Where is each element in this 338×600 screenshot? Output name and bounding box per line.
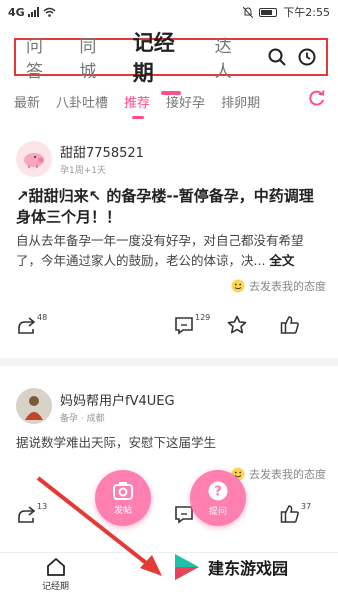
post-body-line: 据说数学难出天际，安慰下这届学生 <box>16 435 217 450</box>
share-count: 13 <box>37 502 48 511</box>
share-button[interactable]: 13 <box>16 502 48 524</box>
post-author[interactable]: 甜甜7758521 <box>60 142 144 161</box>
comment-count: 129 <box>195 313 211 322</box>
ask-fab-label: 提问 <box>208 506 227 517</box>
avatar[interactable] <box>16 388 52 424</box>
subtab-recommended[interactable]: 推荐 <box>124 92 150 119</box>
comment-button[interactable]: 129 <box>174 313 211 335</box>
post-fab-label: 发帖 <box>113 505 132 516</box>
share-icon <box>18 506 36 523</box>
tab-experts[interactable]: 达人 <box>215 32 248 82</box>
refresh-icon[interactable] <box>308 89 326 107</box>
subtab-gossip[interactable]: 八卦吐槽 <box>56 92 108 111</box>
star-icon <box>227 315 247 334</box>
subtab-ovulation[interactable]: 排卵期 <box>221 92 260 111</box>
carrier-label: 4G <box>8 5 25 19</box>
attitude-text: 去发表我的态度 <box>249 468 326 481</box>
user-photo-icon <box>16 388 52 424</box>
post-body-line: 了，今年通过家人的鼓励，老公的体谅，决... 全文 <box>16 253 295 268</box>
mute-icon <box>243 6 254 18</box>
post-fab-button[interactable]: 发帖 <box>95 470 151 526</box>
status-bar: 4G 下午2:55 <box>0 0 338 24</box>
post-meta: 孕1周+1天 <box>60 166 106 176</box>
signal-icon <box>27 7 39 17</box>
attitude-prompt[interactable]: 去发表我的态度 <box>231 278 326 294</box>
subtab-latest[interactable]: 最新 <box>14 92 40 111</box>
tab-period[interactable]: 记经期 <box>133 27 195 95</box>
post-body[interactable]: 自从去年备孕一年一度没有好孕，对自己都没有希望 了，今年通过家人的鼓励，老公的体… <box>16 231 326 271</box>
home-icon <box>46 558 65 576</box>
pig-avatar-icon <box>24 153 44 168</box>
tab-qa[interactable]: 问答 <box>26 32 59 82</box>
thumbs-up-icon <box>280 316 299 334</box>
ask-fab-button[interactable]: ? 提问 <box>190 470 246 526</box>
share-icon <box>18 317 36 334</box>
clock-icon[interactable] <box>298 48 316 66</box>
question-icon: ? <box>208 481 228 500</box>
battery-icon <box>259 7 278 17</box>
watermark-text: 建东游戏园 <box>208 559 289 578</box>
tab-local[interactable]: 同城 <box>79 32 112 82</box>
sub-nav: 最新 八卦吐槽 推荐 接好孕 排卵期 <box>0 88 338 119</box>
read-more-link[interactable]: 全文 <box>269 253 294 268</box>
search-icon[interactable] <box>268 48 286 66</box>
post-actions: 13 37 <box>0 502 338 532</box>
like-button[interactable] <box>280 315 300 335</box>
attitude-text: 去发表我的态度 <box>249 280 326 293</box>
emoji-icon <box>231 279 245 293</box>
bottom-tab-period[interactable]: 记经期 <box>42 557 69 592</box>
top-nav: 问答 同城 记经期 达人 <box>14 31 328 95</box>
post-title[interactable]: ↗甜甜归来↖ 的备孕楼--暂停备孕，中药调理 身体三个月！！ <box>16 186 328 228</box>
post-author[interactable]: 妈妈帮用户fV4UEG <box>60 390 175 409</box>
favorite-button[interactable] <box>227 315 247 335</box>
share-count: 48 <box>37 313 48 322</box>
section-divider <box>0 358 338 366</box>
camera-icon <box>113 481 133 500</box>
post-title-line: 身体三个月！！ <box>16 208 122 226</box>
post-title-line: ↗甜甜归来↖ 的备孕楼--暂停备孕，中药调理 <box>16 187 314 205</box>
post-body-line: 自从去年备孕一年一度没有好孕，对自己都没有希望 <box>16 233 304 248</box>
attitude-prompt[interactable]: 去发表我的态度 <box>231 466 326 482</box>
like-button[interactable]: 37 <box>280 502 312 524</box>
comment-icon <box>175 317 193 335</box>
play-logo-icon <box>175 554 199 580</box>
watermark: 建东游戏园 <box>172 552 288 582</box>
wifi-icon <box>43 7 56 17</box>
subtab-conceive[interactable]: 接好孕 <box>166 92 205 111</box>
like-count: 37 <box>301 502 312 511</box>
avatar[interactable] <box>16 141 52 177</box>
thumbs-up-icon <box>280 505 299 523</box>
share-button[interactable]: 48 <box>16 313 48 335</box>
svg-text:?: ? <box>214 484 222 499</box>
post-body[interactable]: 据说数学难出天际，安慰下这届学生 <box>16 433 326 453</box>
post-actions: 48 129 <box>0 313 338 343</box>
post-meta: 备孕 · 成都 <box>60 414 105 424</box>
clock-time: 下午2:55 <box>283 6 330 19</box>
bottom-tab-label: 记经期 <box>42 582 70 592</box>
